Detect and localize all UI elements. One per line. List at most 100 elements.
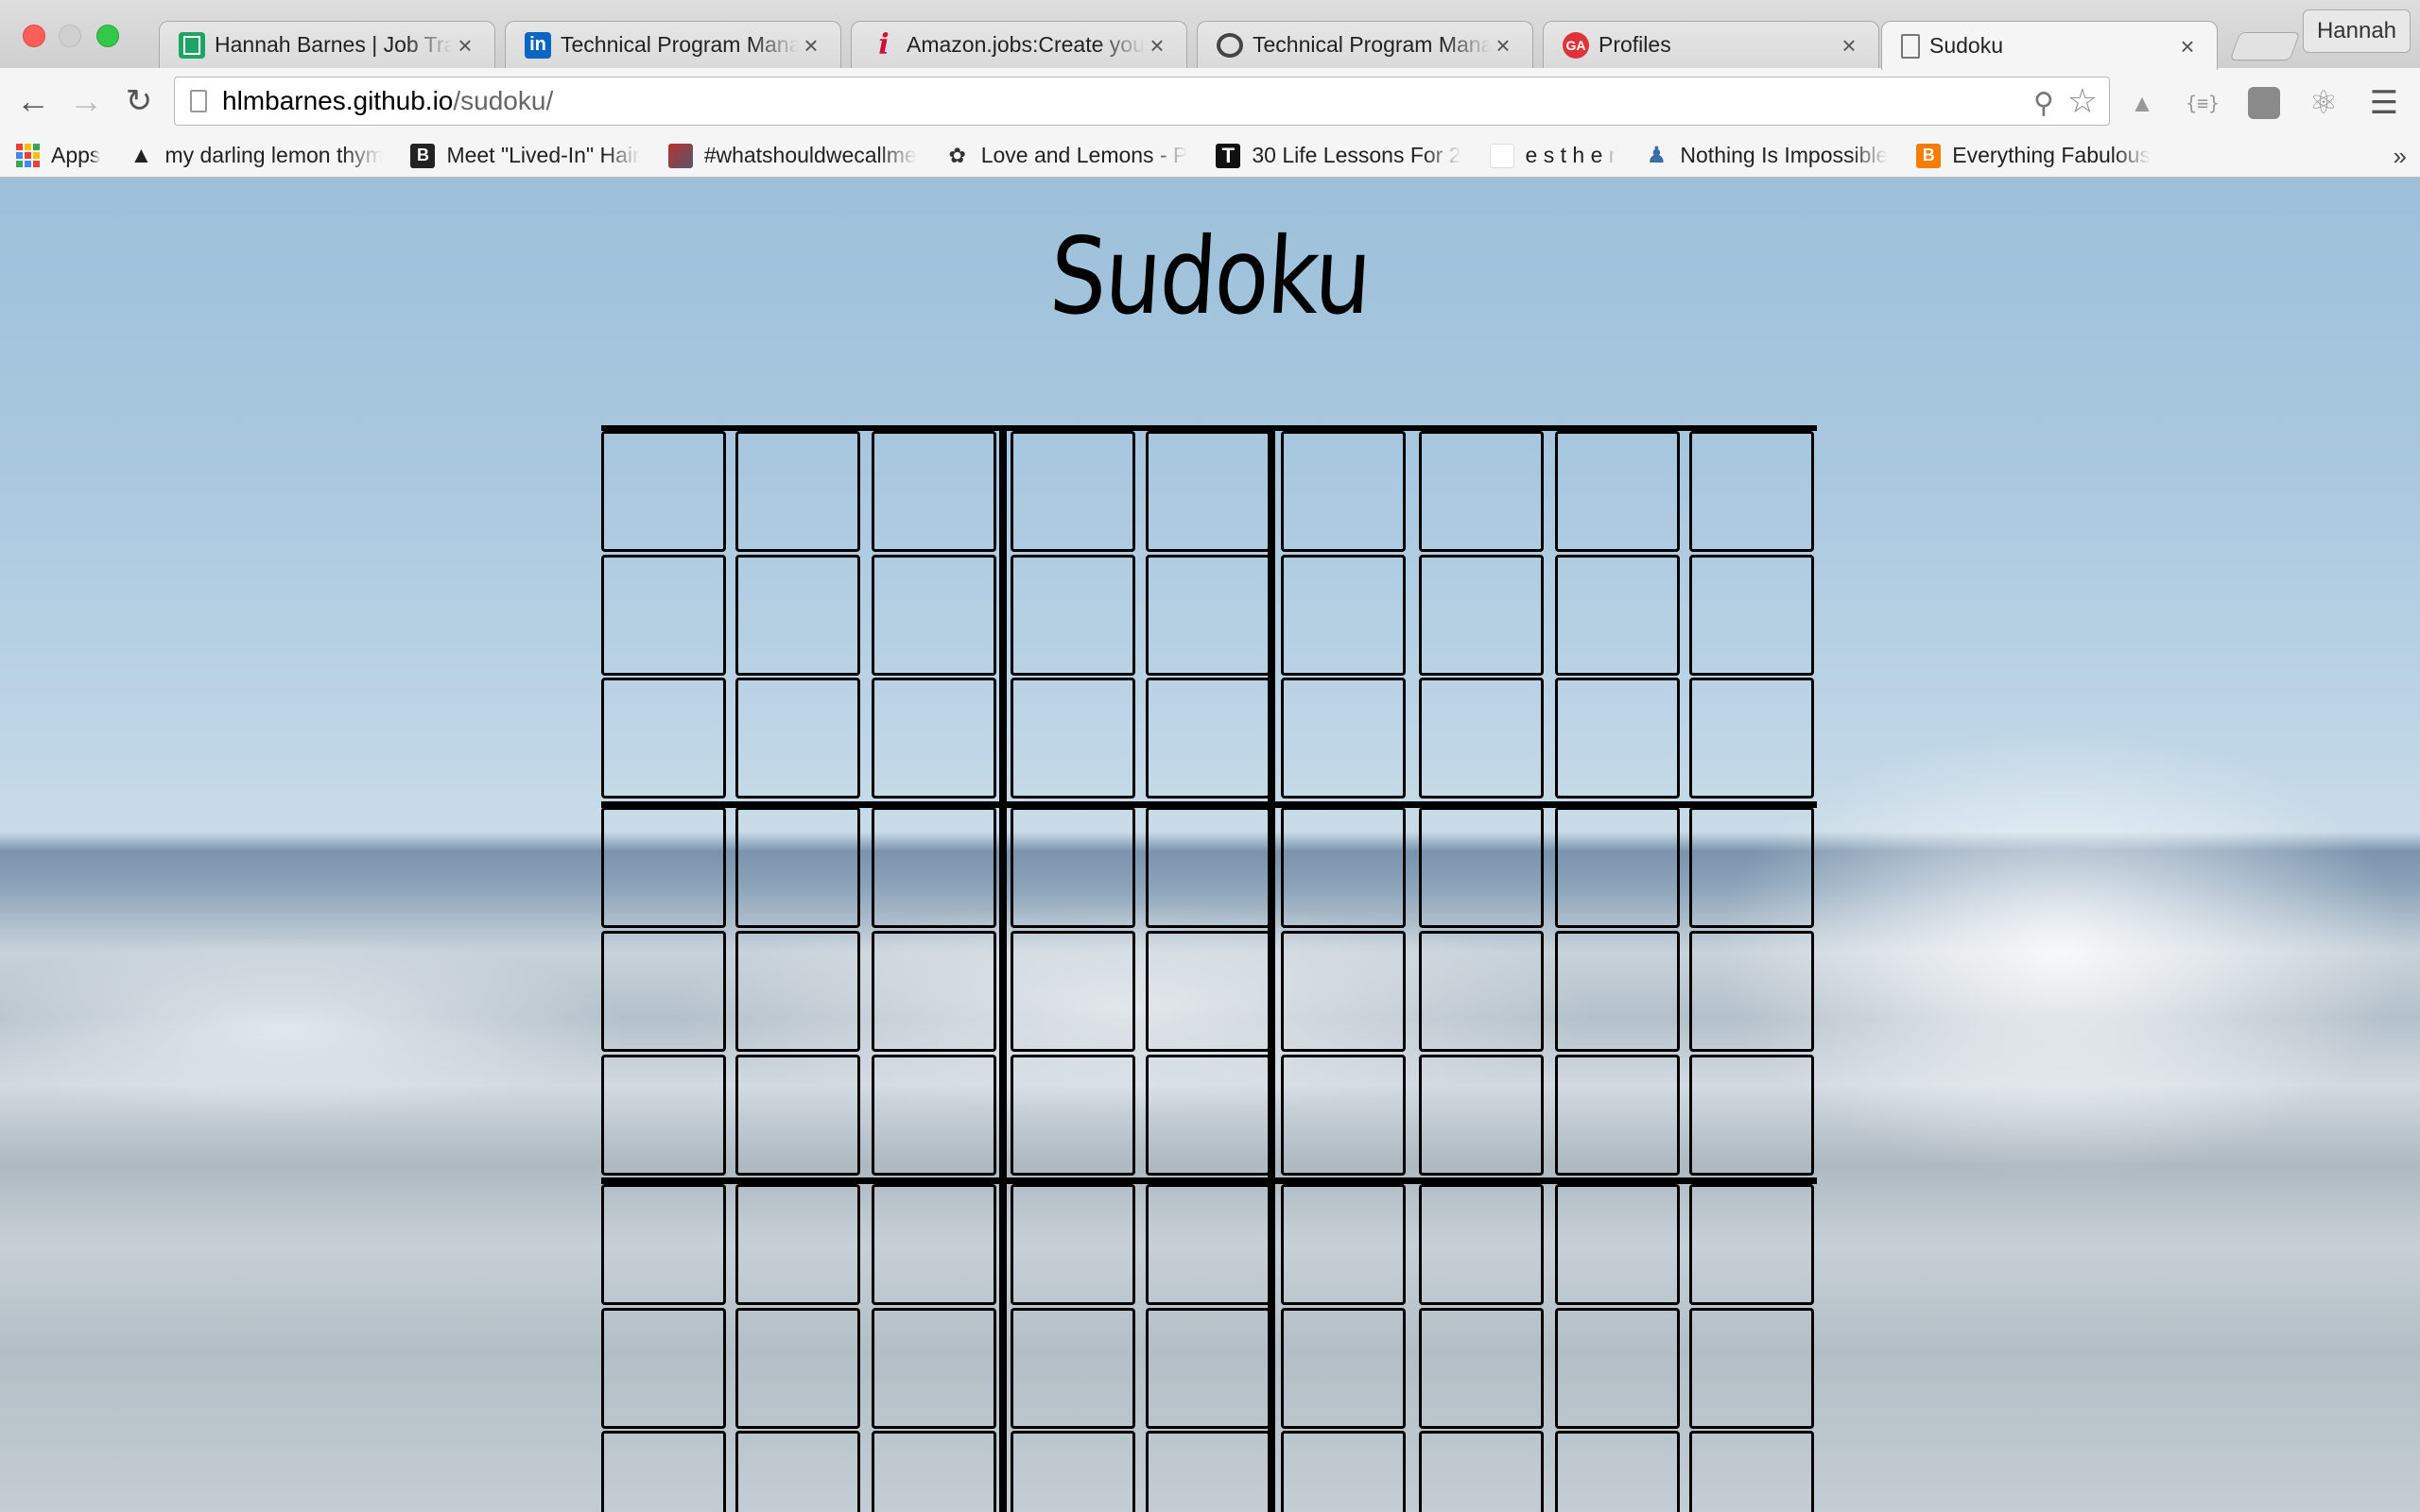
sudoku-cell-r3-c1[interactable] <box>601 678 726 799</box>
sudoku-cell-r9-c2[interactable] <box>735 1431 861 1512</box>
sudoku-cell-r1-c9[interactable] <box>1689 431 1815 552</box>
sudoku-cell-r9-c3[interactable] <box>871 1431 996 1512</box>
tab-close-icon[interactable]: × <box>1491 33 1515 58</box>
sudoku-cell-r1-c8[interactable] <box>1555 431 1681 552</box>
sudoku-cell-r6-c1[interactable] <box>601 1054 726 1176</box>
sudoku-cell-r3-c6[interactable] <box>1280 678 1406 799</box>
sudoku-cell-r7-c3[interactable] <box>871 1183 996 1305</box>
tab-close-icon[interactable]: × <box>1145 33 1169 58</box>
tab-sudoku[interactable]: Sudoku × <box>1881 21 2218 70</box>
chrome-menu-icon[interactable]: ☰ <box>2367 85 2401 121</box>
sudoku-cell-r6-c5[interactable] <box>1146 1054 1271 1176</box>
sudoku-cell-r4-c8[interactable] <box>1555 807 1681 929</box>
tab-close-icon[interactable]: × <box>2175 34 2200 59</box>
back-button[interactable]: ← <box>13 81 53 121</box>
sudoku-cell-r2-c7[interactable] <box>1419 554 1545 676</box>
address-bar[interactable]: hlmbarnes.github.io/sudoku/ ⚲ ☆ <box>174 77 2110 126</box>
zoom-icon[interactable]: ⚲ <box>2033 87 2054 120</box>
bookmark-everything-fabulous[interactable]: B Everything Fabulous <box>1916 143 2151 168</box>
extension-box-icon[interactable] <box>2248 87 2280 119</box>
sudoku-cell-r8-c1[interactable] <box>601 1307 726 1429</box>
bookmark-nothing-impossible[interactable]: ♟ Nothing Is Impossible <box>1644 143 1889 168</box>
bookmark-apps[interactable]: Apps <box>15 143 100 168</box>
sudoku-cell-r4-c2[interactable] <box>735 807 861 929</box>
sudoku-cell-r3-c5[interactable] <box>1146 678 1271 799</box>
sudoku-cell-r8-c2[interactable] <box>735 1307 861 1429</box>
sudoku-cell-r5-c3[interactable] <box>871 931 996 1053</box>
sudoku-cell-r6-c7[interactable] <box>1419 1054 1545 1176</box>
sudoku-cell-r8-c9[interactable] <box>1689 1307 1815 1429</box>
sudoku-cell-r8-c8[interactable] <box>1555 1307 1681 1429</box>
drive-extension-icon[interactable]: ▲ <box>2125 87 2159 119</box>
tab-job-tracker[interactable]: Hannah Barnes | Job Tracker × <box>159 21 495 68</box>
sudoku-cell-r2-c5[interactable] <box>1146 554 1271 676</box>
sudoku-cell-r1-c1[interactable] <box>601 431 726 552</box>
sudoku-cell-r2-c8[interactable] <box>1555 554 1681 676</box>
sudoku-cell-r7-c8[interactable] <box>1555 1183 1681 1305</box>
sudoku-cell-r4-c7[interactable] <box>1419 807 1545 929</box>
sudoku-cell-r5-c1[interactable] <box>601 931 726 1053</box>
sudoku-cell-r8-c7[interactable] <box>1419 1307 1545 1429</box>
bookmarks-overflow-button[interactable]: » <box>2394 142 2407 171</box>
sudoku-cell-r3-c9[interactable] <box>1689 678 1815 799</box>
sudoku-cell-r4-c5[interactable] <box>1146 807 1271 929</box>
sudoku-cell-r2-c4[interactable] <box>1010 554 1135 676</box>
sudoku-cell-r8-c6[interactable] <box>1280 1307 1406 1429</box>
bookmark-star-icon[interactable]: ☆ <box>2067 81 2098 121</box>
sudoku-cell-r8-c4[interactable] <box>1010 1307 1135 1429</box>
sudoku-cell-r4-c1[interactable] <box>601 807 726 929</box>
sudoku-cell-r6-c6[interactable] <box>1280 1054 1406 1176</box>
sudoku-cell-r7-c2[interactable] <box>735 1183 861 1305</box>
sudoku-cell-r2-c1[interactable] <box>601 554 726 676</box>
json-formatter-icon[interactable]: {≡} <box>2186 87 2220 119</box>
sudoku-cell-r2-c3[interactable] <box>871 554 996 676</box>
react-devtools-icon[interactable]: ⚛ <box>2307 85 2341 121</box>
sudoku-cell-r2-c9[interactable] <box>1689 554 1815 676</box>
tab-linkedin[interactable]: in Technical Program Manager × <box>505 21 841 68</box>
sudoku-cell-r3-c7[interactable] <box>1419 678 1545 799</box>
sudoku-cell-r3-c3[interactable] <box>871 678 996 799</box>
tab-close-icon[interactable]: × <box>453 33 477 58</box>
reload-button[interactable]: ↻ <box>119 81 159 121</box>
sudoku-cell-r3-c8[interactable] <box>1555 678 1681 799</box>
sudoku-cell-r7-c9[interactable] <box>1689 1183 1815 1305</box>
bookmark-darling-lemon[interactable]: ▲ my darling lemon thyme <box>129 143 383 168</box>
sudoku-cell-r1-c2[interactable] <box>735 431 861 552</box>
tab-technical-program[interactable]: Technical Program Manager × <box>1197 21 1533 68</box>
profile-button[interactable]: Hannah <box>2303 9 2411 53</box>
minimize-window-button[interactable] <box>59 25 81 47</box>
sudoku-cell-r5-c4[interactable] <box>1010 931 1135 1053</box>
sudoku-cell-r5-c9[interactable] <box>1689 931 1815 1053</box>
sudoku-cell-r2-c6[interactable] <box>1280 554 1406 676</box>
sudoku-cell-r7-c7[interactable] <box>1419 1183 1545 1305</box>
sudoku-cell-r1-c7[interactable] <box>1419 431 1545 552</box>
sudoku-cell-r9-c9[interactable] <box>1689 1431 1815 1512</box>
bookmark-whatshouldwecallme[interactable]: #whatshouldwecallme <box>667 143 917 168</box>
sudoku-cell-r5-c8[interactable] <box>1555 931 1681 1053</box>
bookmark-lived-in-hair[interactable]: B Meet "Lived-In" Hair <box>410 143 640 168</box>
close-window-button[interactable] <box>23 25 45 47</box>
sudoku-cell-r1-c6[interactable] <box>1280 431 1406 552</box>
new-tab-button[interactable] <box>2229 32 2301 60</box>
sudoku-cell-r5-c2[interactable] <box>735 931 861 1053</box>
bookmark-life-lessons[interactable]: T 30 Life Lessons For 2 <box>1216 143 1461 168</box>
sudoku-cell-r6-c2[interactable] <box>735 1054 861 1176</box>
sudoku-cell-r3-c4[interactable] <box>1010 678 1135 799</box>
sudoku-cell-r3-c2[interactable] <box>735 678 861 799</box>
sudoku-cell-r4-c9[interactable] <box>1689 807 1815 929</box>
tab-amazon-jobs[interactable]: i Amazon.jobs:Create your × <box>851 21 1187 68</box>
sudoku-cell-r7-c6[interactable] <box>1280 1183 1406 1305</box>
sudoku-cell-r6-c9[interactable] <box>1689 1054 1815 1176</box>
sudoku-cell-r5-c5[interactable] <box>1146 931 1271 1053</box>
sudoku-cell-r8-c5[interactable] <box>1146 1307 1271 1429</box>
tab-close-icon[interactable]: × <box>1837 33 1861 58</box>
bookmark-esther[interactable]: e s t h e r <box>1489 143 1616 168</box>
sudoku-cell-r4-c4[interactable] <box>1010 807 1135 929</box>
sudoku-cell-r7-c4[interactable] <box>1010 1183 1135 1305</box>
zoom-window-button[interactable] <box>96 25 119 47</box>
sudoku-cell-r2-c2[interactable] <box>735 554 861 676</box>
sudoku-cell-r6-c4[interactable] <box>1010 1054 1135 1176</box>
tab-profiles[interactable]: GA Profiles × <box>1543 21 1879 68</box>
tab-close-icon[interactable]: × <box>799 33 823 58</box>
sudoku-cell-r9-c5[interactable] <box>1146 1431 1271 1512</box>
